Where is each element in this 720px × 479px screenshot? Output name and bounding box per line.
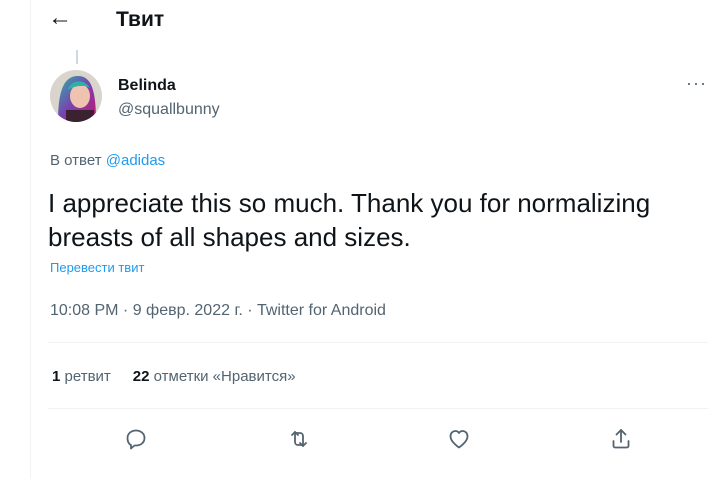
tweet-text: I appreciate this so much. Thank you for… <box>48 188 651 252</box>
thread-line <box>76 50 78 64</box>
tweet-meta: 10:08 PM · 9 февр. 2022 г. · Twitter for… <box>50 300 386 322</box>
page-title: Твит <box>116 8 165 31</box>
author-name[interactable]: Belinda <box>118 76 176 96</box>
column-border <box>30 0 31 479</box>
like-icon-glyph <box>449 430 469 449</box>
share-icon[interactable] <box>606 424 636 454</box>
likes-count: 22 <box>132 368 150 385</box>
author-handle[interactable]: @squallbunny <box>118 100 220 120</box>
tweet-date[interactable]: 9 февр. 2022 г. <box>133 302 243 319</box>
avatar-image <box>50 70 102 122</box>
meta-separator: · <box>118 302 133 319</box>
divider <box>48 342 708 343</box>
likes-label: отметки «Нравится» <box>153 368 296 385</box>
reply-prefix: В ответ <box>50 152 102 169</box>
retweets-stat[interactable]: 1 ретвит <box>52 368 111 385</box>
tweet-time[interactable]: 10:08 PM <box>50 302 118 319</box>
ellipsis-icon[interactable]: ··· <box>686 74 707 92</box>
reply-to-link[interactable]: @adidas <box>106 152 165 169</box>
tweet-stats: 1 ретвит 22 отметки «Нравится» <box>52 367 296 387</box>
reply-to-line: В ответ @adidas <box>50 151 165 171</box>
like-icon[interactable] <box>444 424 474 454</box>
retweet-icon[interactable] <box>284 424 314 454</box>
share-icon-glyph <box>612 429 630 449</box>
tweet-source[interactable]: Twitter for Android <box>257 302 386 319</box>
arrow-left-icon[interactable]: ← <box>48 6 72 30</box>
tweet-page: ← Твит Belinda @squallbunny ··· В ответ … <box>0 0 720 479</box>
action-bar <box>0 424 720 456</box>
retweet-icon-glyph <box>291 431 307 447</box>
header: ← Твит <box>0 0 720 44</box>
translate-link[interactable]: Перевести твит <box>50 259 144 277</box>
reply-icon[interactable] <box>121 424 151 454</box>
likes-stat[interactable]: 22 отметки «Нравится» <box>133 368 296 385</box>
meta-separator: · <box>242 302 257 319</box>
avatar[interactable] <box>50 70 102 122</box>
retweets-label: ретвит <box>64 368 111 385</box>
reply-icon-glyph <box>126 429 146 450</box>
divider <box>48 408 708 409</box>
retweets-count: 1 <box>52 368 61 385</box>
